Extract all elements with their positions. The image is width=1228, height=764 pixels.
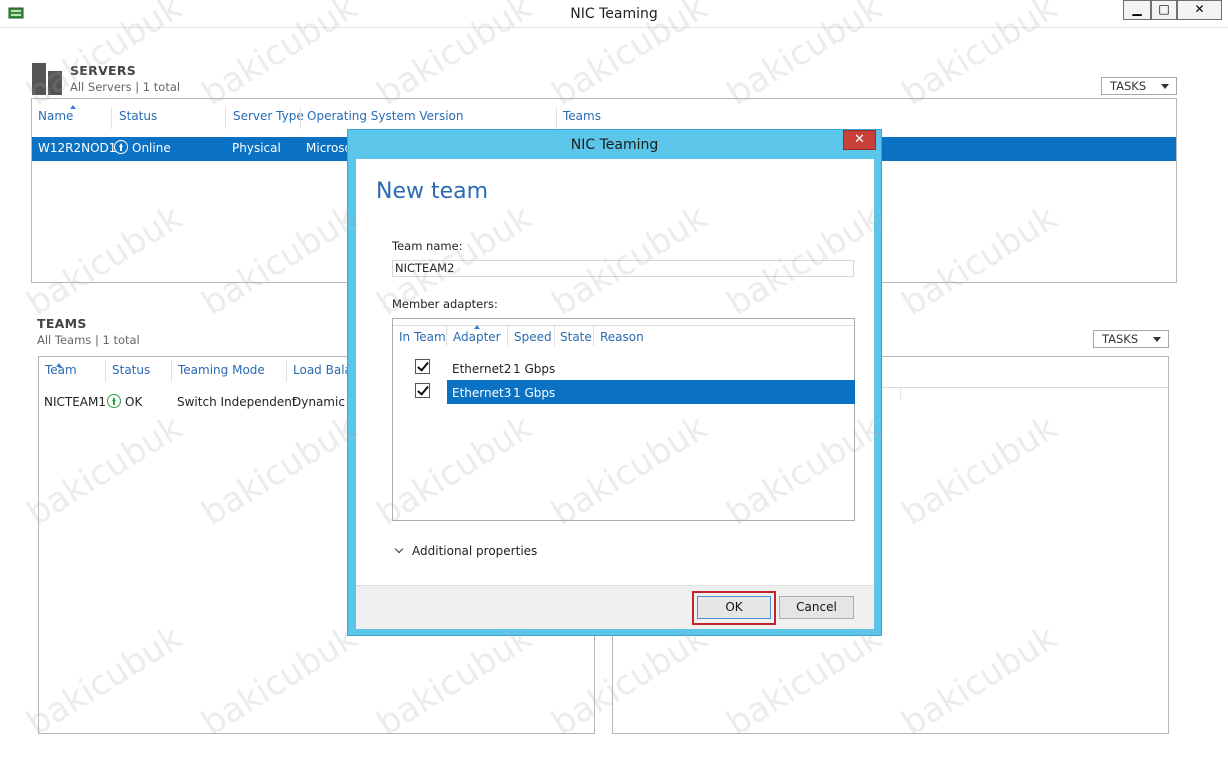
- online-status-icon: [114, 140, 128, 154]
- server-os-version: Microso: [306, 141, 352, 155]
- teams-tasks-label: TASKS: [1102, 332, 1139, 346]
- column-server-type[interactable]: Server Type: [233, 109, 304, 123]
- cancel-button[interactable]: Cancel: [779, 596, 854, 619]
- team-load-balancing: Dynamic: [292, 395, 345, 409]
- column-state[interactable]: State: [560, 330, 592, 344]
- column-name[interactable]: Name: [38, 109, 73, 123]
- column-teaming-mode[interactable]: Teaming Mode: [178, 363, 265, 377]
- server-status: Online: [114, 140, 171, 155]
- column-status[interactable]: Status: [119, 109, 157, 123]
- column-team-status[interactable]: Status: [112, 363, 150, 377]
- adapter-name: Ethernet2: [452, 362, 512, 376]
- dialog-body: New team Team name: NICTEAM2 Member adap…: [356, 159, 874, 629]
- servers-header: SERVERS All Servers | 1 total: [70, 63, 180, 94]
- team-name[interactable]: NICTEAM1: [44, 395, 106, 409]
- window-titlebar: NIC Teaming ▁ □ ✕: [0, 0, 1228, 28]
- teams-title: TEAMS: [37, 316, 87, 331]
- team-mode: Switch Independent: [177, 395, 297, 409]
- server-name: W12R2NOD1: [38, 141, 117, 155]
- column-os-version[interactable]: Operating System Version: [307, 109, 464, 123]
- servers-icon: [32, 63, 62, 95]
- chevron-down-icon: [394, 544, 404, 554]
- chevron-down-icon: [1153, 337, 1161, 342]
- additional-properties-label: Additional properties: [412, 544, 538, 558]
- ok-status-icon: [107, 394, 121, 408]
- member-adapters-list: In Team Adapter Speed State Reason Ether…: [392, 318, 855, 521]
- servers-title: SERVERS: [70, 63, 137, 78]
- teams-header: TEAMS All Teams | 1 total: [37, 316, 140, 347]
- adapter-speed: 1 Gbps: [513, 362, 556, 376]
- dialog-footer: OK Cancel: [356, 585, 874, 629]
- teams-tasks-button[interactable]: TASKS: [1093, 330, 1169, 348]
- servers-subtitle: All Servers | 1 total: [70, 80, 181, 94]
- in-team-checkbox-ethernet2[interactable]: [415, 359, 430, 374]
- minimize-button[interactable]: ▁: [1123, 0, 1151, 20]
- column-teams[interactable]: Teams: [563, 109, 601, 123]
- sort-ascending-icon: [474, 325, 480, 329]
- maximize-button[interactable]: □: [1151, 0, 1177, 20]
- adapter-name: Ethernet3: [452, 386, 512, 400]
- column-in-team[interactable]: In Team: [399, 330, 446, 344]
- additional-properties-toggle[interactable]: Additional properties: [394, 544, 538, 558]
- server-type: Physical: [232, 141, 281, 155]
- team-name-input[interactable]: NICTEAM2: [392, 260, 854, 277]
- dialog-close-button[interactable]: ✕: [843, 130, 876, 150]
- ok-button[interactable]: OK: [697, 596, 771, 619]
- column-reason[interactable]: Reason: [600, 330, 644, 344]
- close-window-button[interactable]: ✕: [1177, 0, 1222, 20]
- servers-tasks-label: TASKS: [1110, 79, 1147, 93]
- window-title: NIC Teaming: [570, 6, 658, 22]
- dialog-title: NIC Teaming: [570, 137, 659, 153]
- in-team-checkbox-ethernet3[interactable]: [415, 383, 430, 398]
- dialog-heading: New team: [376, 179, 489, 204]
- column-team[interactable]: Team: [45, 363, 77, 377]
- teams-subtitle: All Teams | 1 total: [37, 333, 140, 347]
- servers-tasks-button[interactable]: TASKS: [1101, 77, 1177, 95]
- column-adapter[interactable]: Adapter: [453, 330, 501, 344]
- column-speed[interactable]: Speed: [514, 330, 552, 344]
- team-status: OK: [107, 394, 142, 409]
- team-name-label: Team name:: [392, 239, 463, 253]
- member-adapters-label: Member adapters:: [392, 297, 498, 311]
- adapter-speed: 1 Gbps: [513, 386, 556, 400]
- chevron-down-icon: [1161, 84, 1169, 89]
- new-team-dialog: NIC Teaming ✕ New team Team name: NICTEA…: [347, 129, 882, 636]
